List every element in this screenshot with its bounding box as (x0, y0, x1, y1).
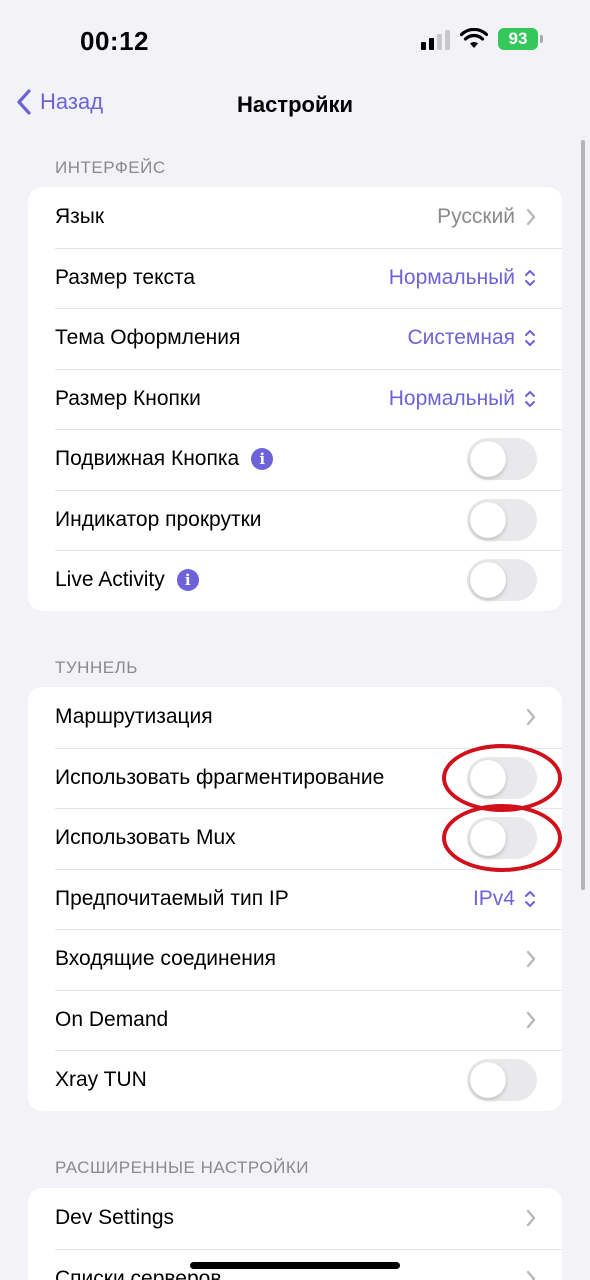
settings-group: Язык Русский Размер текста Нормальный Тема О… (28, 187, 562, 611)
row-label: Предпочитаемый тип IP (55, 886, 289, 910)
row-label: Использовать фрагментирование (55, 765, 385, 789)
settings-row-1-3[interactable]: Предпочитаемый тип IP IPv4 (28, 868, 562, 930)
settings-row-1-1: Использовать фрагментирование (28, 747, 562, 809)
chevron-up-down-icon (525, 390, 535, 407)
picker-value[interactable]: Нормальный (389, 266, 515, 290)
cellular-signal-icon (421, 28, 450, 50)
row-label: Размер Кнопки (55, 386, 201, 410)
row-label: Тема Оформления (55, 326, 241, 350)
info-icon[interactable]: i (176, 569, 199, 592)
chevron-up-down-icon (525, 330, 535, 347)
battery-icon: 93 (498, 28, 543, 50)
chevron-right-icon (526, 709, 536, 726)
row-label: Подвижная Кнопка (55, 447, 240, 471)
section-header: ИНТЕРФЕЙС (55, 158, 166, 177)
row-label: On Demand (55, 1007, 169, 1031)
row-label: Размер текста (55, 265, 196, 289)
chevron-right-icon (526, 951, 536, 968)
scroll-indicator[interactable] (581, 140, 585, 890)
section-header: ТУННЕЛЬ (55, 658, 138, 677)
toggle-switch[interactable] (467, 817, 537, 860)
toggle-knob (470, 501, 506, 538)
toggle-knob (470, 562, 506, 599)
row-label: Dev Settings (55, 1206, 175, 1230)
row-label: Маршрутизация (55, 705, 213, 729)
settings-row-0-4: Подвижная Кнопка i (28, 429, 562, 490)
toggle-switch[interactable] (467, 438, 537, 481)
wifi-icon (460, 28, 488, 48)
settings-row-0-1[interactable]: Размер текста Нормальный (28, 247, 562, 309)
status-icons: 93 (421, 28, 543, 50)
chevron-up-down-icon (525, 269, 535, 286)
settings-row-1-2: Использовать Mux (28, 808, 562, 869)
settings-row-2-0[interactable]: Dev Settings (28, 1188, 562, 1249)
picker-value[interactable]: Системная (407, 326, 515, 350)
toggle-knob (470, 820, 506, 857)
picker-value[interactable]: IPv4 (473, 887, 515, 911)
settings-row-0-6: Live Activity i (28, 550, 562, 611)
picker-value[interactable]: Нормальный (389, 387, 515, 411)
toggle-knob (470, 441, 506, 478)
chevron-right-icon (526, 1210, 536, 1227)
row-value: Русский (437, 205, 515, 229)
row-label: Язык (55, 205, 105, 229)
toggle-switch[interactable] (467, 498, 537, 541)
toggle-switch[interactable] (467, 559, 537, 602)
row-label: Использовать Mux (55, 826, 236, 850)
toggle-switch[interactable] (467, 1059, 537, 1102)
section-header: РАСШИРЕННЫЕ НАСТРОЙКИ (55, 1158, 309, 1177)
toggle-knob (470, 1062, 506, 1099)
toggle-knob (470, 759, 506, 796)
settings-row-1-6: Xray TUN (28, 1050, 562, 1111)
home-indicator[interactable] (190, 1262, 400, 1269)
settings-row-1-5[interactable]: On Demand (28, 989, 562, 1051)
chevron-right-icon (526, 1270, 536, 1280)
navigation-bar: Назад Настройки (0, 80, 590, 130)
settings-row-0-2[interactable]: Тема Оформления Системная (28, 308, 562, 369)
settings-row-0-5: Индикатор прокрутки (28, 489, 562, 551)
row-label: Индикатор прокрутки (55, 507, 262, 531)
settings-row-1-0[interactable]: Маршрутизация (28, 687, 562, 748)
row-label: Live Activity (55, 568, 165, 592)
settings-row-0-3[interactable]: Размер Кнопки Нормальный (28, 368, 562, 430)
chevron-right-icon (526, 1011, 536, 1028)
settings-group: Маршрутизация Использовать фрагментирован… (28, 687, 562, 1111)
chevron-right-icon (526, 209, 536, 226)
settings-row-0-0[interactable]: Язык Русский (28, 187, 562, 248)
row-label: Входящие соединения (55, 947, 276, 971)
chevron-up-down-icon (525, 890, 535, 907)
status-time: 00:12 (80, 26, 149, 56)
status-bar: 00:12 93 (0, 0, 590, 80)
row-label: Xray TUN (55, 1068, 147, 1092)
toggle-switch[interactable] (467, 756, 537, 799)
battery-level: 93 (508, 29, 528, 48)
info-icon[interactable]: i (251, 448, 274, 471)
page-title: Настройки (236, 92, 354, 117)
settings-row-1-4[interactable]: Входящие соединения (28, 929, 562, 990)
